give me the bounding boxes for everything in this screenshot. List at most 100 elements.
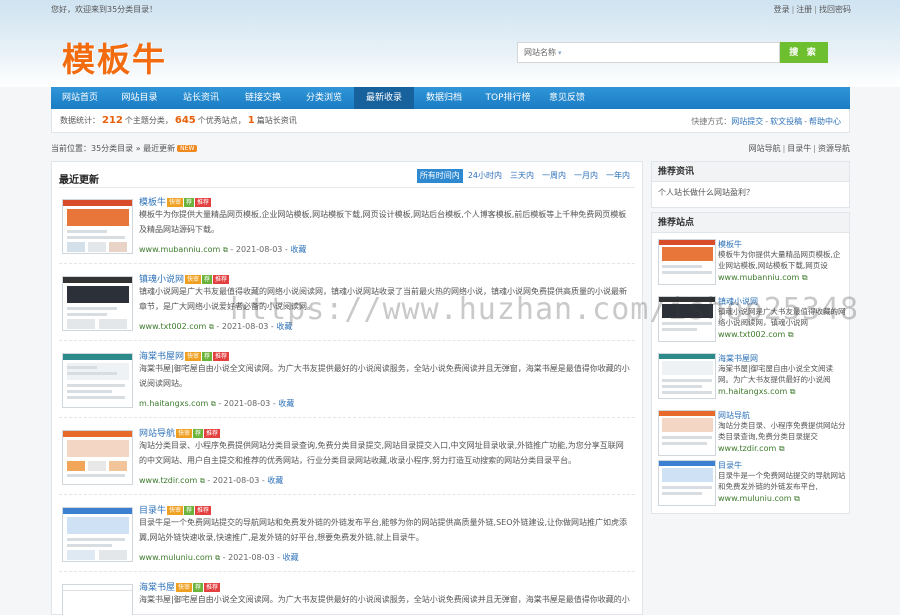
quick-links: 快捷方式：网站提交 - 软文投稿 - 帮助中心 — [691, 117, 841, 126]
top-bar: 您好，欢迎来到35分类目录！ 登录 | 注册 | 找回密码 — [51, 4, 851, 16]
site-thumbnail[interactable] — [658, 353, 716, 399]
favorite-link[interactable]: 收藏 — [276, 322, 292, 331]
search-button[interactable]: 搜 索 — [780, 42, 828, 63]
nav-archive[interactable]: 数据归档 — [414, 87, 474, 109]
site-thumbnail[interactable] — [62, 507, 133, 562]
site-description: 目录牛是一个免费网站提交的导航网站和免费发外链的外链发布平台,能够为你的网站提供… — [139, 518, 628, 542]
welcome-text: 您好，欢迎来到35分类目录！ — [51, 5, 158, 14]
recommended-news-title: 推荐资讯 — [652, 162, 849, 182]
list-item: 网站导航 淘站分类目录、小程序免费提供网站分类目录查询,免费分类目录提交 www… — [658, 410, 846, 463]
site-url-link[interactable]: www.mubanniu.com — [718, 273, 799, 282]
site-description: 淘站分类目录、小程序免费提供网站分类目录查询,免费分类目录提交,网站目录提交入口… — [139, 441, 624, 465]
external-link-icon[interactable]: ⧉ — [215, 554, 220, 562]
register-link[interactable]: 注册 — [796, 5, 812, 14]
list-item: 模板牛 快审荐推荐 模板牛为你提供大量精品网页模板,企业网站模板,网站模板下载,网… — [59, 195, 635, 263]
tab-week[interactable]: 一周内 — [539, 169, 569, 183]
site-url: www.muluniu.com ⧉ — [718, 494, 800, 504]
nav-category-browse[interactable]: 分类浏览 — [294, 87, 354, 109]
site-description: 镇魂小说网是广大书友最值得收藏的网络小说阅读网，镇魂小说网站收录了当前最火热的网… — [139, 287, 627, 311]
nav-home[interactable]: 网站首页 — [51, 87, 109, 109]
nav-top-ranking[interactable]: TOP排行榜 — [474, 87, 542, 109]
favorite-link[interactable]: 收藏 — [267, 476, 283, 485]
search-input[interactable] — [578, 44, 778, 61]
site-url-link[interactable]: m.haitangxs.com — [718, 387, 787, 396]
tab-3days[interactable]: 三天内 — [507, 169, 537, 183]
external-link-icon[interactable]: ⧉ — [211, 400, 216, 408]
site-thumbnail[interactable] — [62, 353, 133, 408]
favorite-link[interactable]: 收藏 — [278, 399, 294, 408]
partner-link-resources[interactable]: 资源导航 — [818, 144, 850, 153]
site-thumbnail[interactable] — [658, 410, 716, 456]
site-description: 海棠书屋|御宅屋自由小说全文阅读网。为广大书友提供最好的小说阅读服务，全站小说免… — [139, 364, 630, 388]
site-url-link[interactable]: m.haitangxs.com — [139, 399, 208, 408]
nav-feedback[interactable]: 意见反馈 — [542, 87, 592, 109]
nav-latest[interactable]: 最新收录 — [354, 87, 414, 109]
new-badge: NEW — [177, 145, 198, 152]
partner-link-nav[interactable]: 网站导航 — [749, 144, 781, 153]
external-link-icon[interactable]: ⧉ — [209, 323, 214, 331]
tab-24h[interactable]: 24小时内 — [465, 169, 505, 183]
site-description: 模板牛为你提供大量精品网页模板,企业网站模板,网站模板下载,网页设 — [718, 250, 841, 270]
site-thumbnail[interactable] — [62, 430, 133, 485]
nav-link-exchange[interactable]: 链接交换 — [232, 87, 294, 109]
list-item: 镇魂小说网 镇魂小说网是广大书友最值得收藏的网络小说阅读网，镇魂小说网 www.… — [658, 296, 846, 349]
tab-all-time[interactable]: 所有时间内 — [416, 169, 463, 183]
external-link-icon[interactable]: ⧉ — [779, 444, 785, 453]
divider — [59, 187, 635, 188]
external-link-icon[interactable]: ⧉ — [223, 246, 228, 254]
site-url-link[interactable]: www.muluniu.com — [718, 494, 792, 503]
site-thumbnail[interactable] — [658, 239, 716, 285]
site-logo[interactable]: 模板牛 — [62, 33, 167, 81]
list-item: 海棠书屋网 海棠书屋|御宅屋自由小说全文阅读网。为广大书友提供最好的小说阅 m.… — [658, 353, 846, 406]
search-category-select[interactable]: 网站名称 ▾ — [524, 47, 562, 58]
submit-site-link[interactable]: 网站提交 — [731, 117, 763, 126]
main-nav: 网站首页 网站目录 站长资讯 链接交换 分类浏览 最新收录 数据归档 TOP排行… — [51, 87, 850, 109]
site-url-link[interactable]: www.tzdir.com — [139, 476, 197, 485]
tab-year[interactable]: 一年内 — [603, 169, 633, 183]
latest-panel: 最近更新 所有时间内 24小时内 三天内 一周内 一月内 一年内 模板牛 快审荐推荐 模板牛… — [51, 161, 643, 615]
external-link-icon[interactable]: ⧉ — [788, 330, 794, 339]
tab-month[interactable]: 一月内 — [571, 169, 601, 183]
site-url-link[interactable]: www.muluniu.com — [139, 553, 213, 562]
stats-bar: 数据统计： 212 个主题分类， 645 个优秀站点， 1 篇站长资讯 快捷方式：网站提交 -… — [51, 109, 850, 133]
site-thumbnail[interactable] — [62, 199, 133, 254]
partner-links: 网站导航 | 目录牛 | 资源导航 — [748, 144, 850, 153]
site-url-link[interactable]: www.tzdir.com — [718, 444, 776, 453]
find-password-link[interactable]: 找回密码 — [819, 5, 851, 14]
site-url: www.txt002.com ⧉ — [718, 330, 794, 340]
partner-link-muluniu[interactable]: 目录牛 — [787, 144, 811, 153]
site-url: m.haitangxs.com ⧉ — [718, 387, 796, 397]
nav-news[interactable]: 站长资讯 — [170, 87, 232, 109]
site-meta: www.tzdir.com ⧉ - 2021-08-03 - 收藏 — [139, 476, 284, 485]
news-item[interactable]: 个人站长做什么网站盈利？ — [652, 182, 849, 203]
external-link-icon[interactable]: ⧉ — [802, 273, 808, 282]
site-description: 目录牛是一个免费网站提交的导航网站和免费发外链的外链发布平台, — [718, 471, 846, 491]
site-thumbnail[interactable] — [658, 460, 716, 506]
site-url-link[interactable]: www.mubanniu.com — [139, 245, 220, 254]
login-link[interactable]: 登录 — [774, 5, 790, 14]
site-url: www.tzdir.com ⧉ — [718, 444, 785, 454]
recommended-sites-panel: 推荐站点 模板牛 模板牛为你提供大量精品网页模板,企业网站模板,网站模板下载,网… — [651, 212, 850, 514]
site-meta: www.muluniu.com ⧉ - 2021-08-03 - 收藏 — [139, 553, 299, 562]
site-description: 镇魂小说网是广大书友最值得收藏的网络小说阅读网，镇魂小说网 — [718, 307, 846, 327]
external-link-icon[interactable]: ⧉ — [794, 494, 800, 503]
site-description: 海棠书屋|御宅屋自由小说全文阅读网。为广大书友提供最好的小说阅读服务，全站小说免… — [139, 595, 630, 604]
site-stats: 数据统计： 212 个主题分类， 645 个优秀站点， 1 篇站长资讯 — [60, 115, 297, 126]
breadcrumb-row: 当前位置：35分类目录 » 最近更新 NEW 网站导航 | 目录牛 | 资源导航 — [51, 143, 850, 155]
favorite-link[interactable]: 收藏 — [283, 553, 299, 562]
panel-title: 最近更新 — [59, 175, 99, 186]
site-meta: www.mubanniu.com ⧉ - 2021-08-03 - 收藏 — [139, 245, 307, 254]
nav-directory[interactable]: 网站目录 — [109, 87, 170, 109]
site-thumbnail[interactable] — [62, 584, 133, 615]
site-url-link[interactable]: www.txt002.com — [139, 322, 206, 331]
list-item: 模板牛 模板牛为你提供大量精品网页模板,企业网站模板,网站模板下载,网页设 ww… — [658, 239, 846, 292]
site-thumbnail[interactable] — [658, 296, 716, 342]
site-url-link[interactable]: www.txt002.com — [718, 330, 785, 339]
favorite-link[interactable]: 收藏 — [290, 245, 306, 254]
submit-article-link[interactable]: 软文投稿 — [770, 117, 802, 126]
site-thumbnail[interactable] — [62, 276, 133, 331]
help-center-link[interactable]: 帮助中心 — [809, 117, 841, 126]
external-link-icon[interactable]: ⧉ — [200, 477, 205, 485]
external-link-icon[interactable]: ⧉ — [790, 387, 796, 396]
list-item: 网站导航 快审荐推荐 淘站分类目录、小程序免费提供网站分类目录查询,免费分类目录提… — [59, 426, 635, 494]
